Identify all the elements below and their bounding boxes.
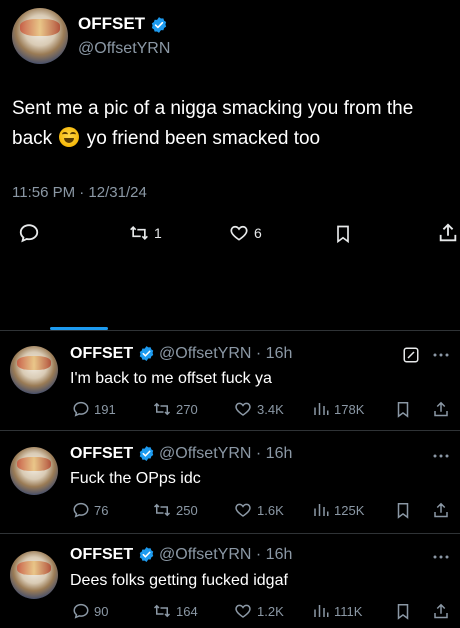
heart-icon — [235, 604, 251, 618]
avatar[interactable] — [12, 8, 68, 64]
divider — [0, 533, 460, 534]
retweet-button[interactable]: 164 — [152, 602, 198, 620]
share-icon[interactable] — [432, 400, 450, 419]
tweet-timestamp[interactable]: 11:56 PM · 12/31/24 — [12, 184, 147, 201]
divider — [0, 430, 460, 431]
views-button[interactable]: 178K — [312, 400, 364, 418]
share-icon[interactable] — [432, 501, 450, 520]
grok-icon[interactable] — [402, 346, 420, 364]
verified-badge-icon — [139, 346, 153, 362]
retweet-icon — [153, 604, 171, 618]
tweet-text: Fuck the OPps idc — [70, 470, 201, 487]
tweet-header: OFFSET @OffsetYRN · 16h — [70, 345, 293, 362]
share-icon[interactable] — [432, 602, 450, 621]
heart-icon — [230, 225, 248, 241]
share-icon[interactable] — [437, 222, 459, 244]
reply-icon — [73, 603, 89, 619]
like-button[interactable]: 1.6K — [233, 501, 284, 519]
retweet-button[interactable]: 250 — [152, 501, 198, 519]
heart-icon — [235, 503, 251, 517]
more-options-icon[interactable] — [432, 550, 450, 564]
like-count: 6 — [254, 225, 262, 241]
heart-icon — [235, 402, 251, 416]
tweet-header: OFFSET @OffsetYRN · 16h — [70, 445, 293, 462]
analytics-icon — [314, 403, 329, 415]
views-button[interactable]: 125K — [312, 501, 364, 519]
author-handle[interactable]: @OffsetYRN — [78, 40, 170, 58]
reply-icon[interactable] — [18, 222, 40, 244]
avatar[interactable] — [10, 447, 58, 495]
retweet-count: 1 — [154, 225, 162, 241]
retweet-icon — [153, 503, 171, 517]
verified-badge-icon — [139, 446, 153, 462]
reply-button[interactable]: 76 — [72, 501, 108, 519]
retweet-icon — [130, 225, 148, 241]
retweet-button[interactable]: 270 — [152, 400, 198, 418]
author-name[interactable]: OFFSET — [78, 14, 168, 34]
bookmark-icon[interactable] — [394, 501, 412, 520]
tweet-text: Dees folks getting fucked idgaf — [70, 572, 288, 589]
bookmark-icon[interactable] — [333, 223, 353, 245]
analytics-icon — [314, 504, 329, 516]
divider — [0, 330, 460, 331]
sweat-smile-emoji — [59, 127, 80, 147]
avatar[interactable] — [10, 551, 58, 599]
reply-button[interactable]: 191 — [72, 400, 116, 418]
like-button[interactable]: 6 — [228, 223, 262, 243]
analytics-icon — [314, 605, 329, 617]
more-options-icon[interactable] — [432, 348, 450, 362]
views-button[interactable]: 111K — [312, 602, 362, 620]
verified-badge-icon — [151, 16, 166, 33]
like-button[interactable]: 3.4K — [233, 400, 284, 418]
avatar[interactable] — [10, 346, 58, 394]
retweet-icon — [153, 402, 171, 416]
reply-button[interactable]: 90 — [72, 602, 108, 620]
more-options-icon[interactable] — [432, 449, 450, 463]
reply-icon — [73, 502, 89, 518]
retweet-button[interactable]: 1 — [128, 223, 162, 243]
like-button[interactable]: 1.2K — [233, 602, 284, 620]
reply-icon — [73, 401, 89, 417]
tweet-text: I'm back to me offset fuck ya — [70, 370, 272, 387]
verified-badge-icon — [139, 547, 153, 563]
bookmark-icon[interactable] — [394, 602, 412, 621]
tweet-text: Sent me a pic of a nigga smacking you fr… — [12, 98, 414, 149]
tweet-header: OFFSET @OffsetYRN · 16h — [70, 546, 293, 563]
bookmark-icon[interactable] — [394, 400, 412, 419]
